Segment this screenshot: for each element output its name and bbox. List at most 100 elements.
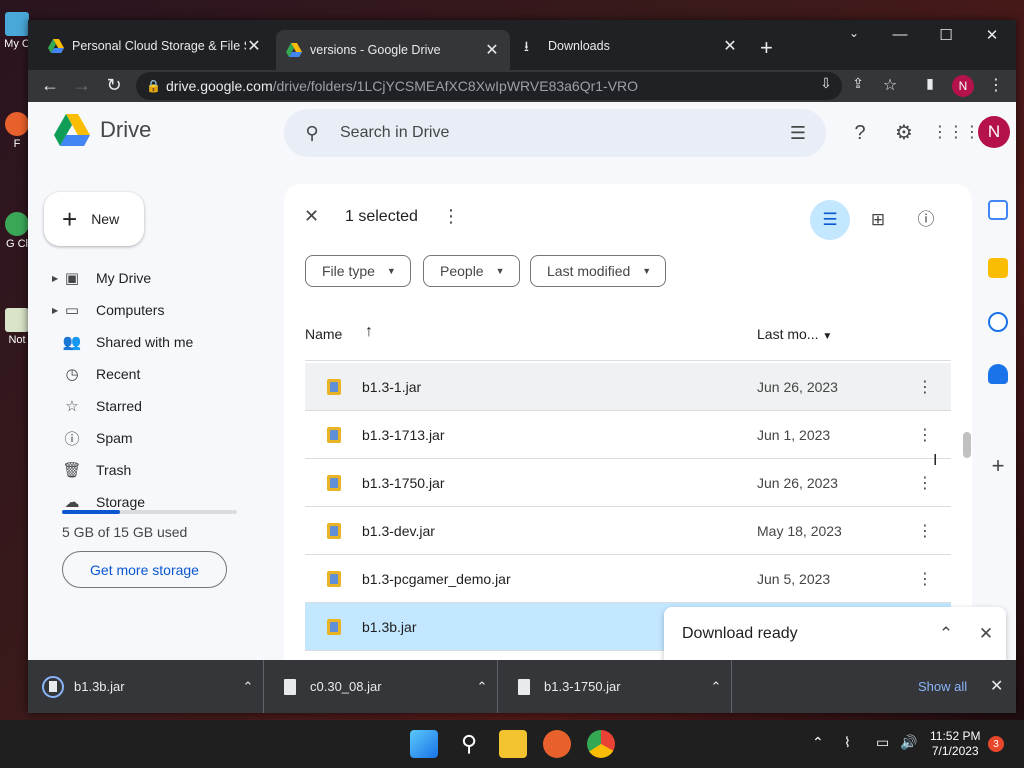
reload-button[interactable]: ↻ bbox=[102, 75, 126, 96]
sidebar-item-my-drive[interactable]: ▶ ▣ My Drive bbox=[44, 262, 274, 294]
forward-button[interactable]: → bbox=[70, 75, 94, 96]
share-icon[interactable]: ⇪ bbox=[846, 75, 870, 92]
vertical-scrollbar-thumb[interactable] bbox=[963, 432, 971, 458]
download-item[interactable]: c0.30_08.jar ⌃ bbox=[264, 660, 498, 713]
keep-icon[interactable] bbox=[988, 258, 1008, 278]
selection-count: 1 selected bbox=[345, 208, 418, 225]
tasks-icon[interactable] bbox=[988, 312, 1008, 332]
tab-versions-google-drive[interactable]: versions - Google Drive ✕ bbox=[276, 30, 510, 70]
add-on-plus-icon[interactable]: + bbox=[988, 455, 1008, 477]
firefox-icon[interactable] bbox=[543, 730, 571, 758]
row-more-actions-icon[interactable]: ⋮ bbox=[917, 521, 933, 541]
url-host: drive.google.com bbox=[166, 78, 273, 94]
search-bar[interactable]: ⚲ Search in Drive ☰ bbox=[284, 109, 826, 157]
tab-close-icon[interactable]: ✕ bbox=[722, 36, 738, 56]
column-header-last-modified[interactable]: Last mo... ▼ bbox=[757, 326, 832, 342]
file-row[interactable]: b1.3-1.jar Jun 26, 2023 ⋮ bbox=[305, 363, 951, 411]
sidebar-item-trash[interactable]: 🗑 Trash bbox=[44, 454, 274, 486]
download-item[interactable]: b1.3-1750.jar ⌃ bbox=[498, 660, 732, 713]
file-explorer-icon[interactable] bbox=[499, 730, 527, 758]
volume-icon[interactable]: 🔊 bbox=[900, 734, 917, 751]
drive-logo[interactable]: Drive bbox=[54, 114, 151, 146]
sidebar-item-recent[interactable]: ◷ Recent bbox=[44, 358, 274, 390]
notification-badge[interactable]: 3 bbox=[988, 736, 1004, 752]
tab-close-icon[interactable]: ✕ bbox=[484, 40, 500, 60]
chevron-up-icon[interactable]: ⌃ bbox=[926, 624, 966, 644]
file-row[interactable]: b1.3-pcgamer_demo.jar Jun 5, 2023 ⋮ bbox=[305, 555, 951, 603]
row-more-actions-icon[interactable]: ⋮ bbox=[917, 569, 933, 589]
search-options-icon[interactable]: ☰ bbox=[770, 123, 826, 144]
browser-menu-icon[interactable]: ⋮ bbox=[984, 75, 1008, 95]
contacts-icon[interactable] bbox=[988, 364, 1008, 384]
network-icon[interactable]: ⌇ bbox=[844, 734, 851, 751]
install-app-icon[interactable]: ⇩ bbox=[814, 75, 838, 92]
filter-people[interactable]: People ▼ bbox=[423, 255, 520, 287]
profile-avatar[interactable]: N bbox=[952, 75, 974, 97]
settings-gear-icon[interactable]: ⚙ bbox=[890, 119, 918, 147]
search-icon[interactable]: ⚲ bbox=[455, 730, 483, 758]
show-all-downloads-link[interactable]: Show all bbox=[918, 679, 967, 694]
sidebar-item-spam[interactable]: ⓘ Spam bbox=[44, 422, 274, 454]
side-panel-icon[interactable]: ▮ bbox=[918, 75, 942, 92]
chevron-up-icon[interactable]: ⌃ bbox=[233, 679, 263, 695]
chevron-up-icon[interactable]: ⌃ bbox=[701, 679, 731, 695]
close-window-button[interactable]: ✕ bbox=[972, 26, 1012, 44]
desktop-icon-notepad[interactable]: Not bbox=[4, 308, 30, 346]
bookmark-star-icon[interactable]: ☆ bbox=[878, 75, 902, 95]
download-item[interactable]: b1.3b.jar ⌃ bbox=[28, 660, 264, 713]
expand-caret-icon[interactable]: ▶ bbox=[52, 306, 58, 315]
row-more-actions-icon[interactable]: ⋮ bbox=[917, 425, 933, 445]
close-shelf-icon[interactable]: ✕ bbox=[990, 676, 1003, 696]
clear-selection-close-icon[interactable]: ✕ bbox=[304, 206, 319, 227]
chevron-up-icon[interactable]: ⌃ bbox=[467, 679, 497, 695]
desktop-icon-firefox[interactable]: F bbox=[4, 112, 30, 150]
storage-usage-fill bbox=[62, 510, 120, 514]
tab-search-icon[interactable]: ⌄ bbox=[834, 26, 874, 40]
system-clock[interactable]: 11:52 PM 7/1/2023 bbox=[930, 729, 980, 759]
maximize-button[interactable]: ☐ bbox=[926, 26, 966, 44]
windows-start-icon[interactable] bbox=[410, 730, 438, 758]
sidebar-item-computers[interactable]: ▶ ▭ Computers bbox=[44, 294, 274, 326]
minimize-button[interactable]: — bbox=[880, 26, 920, 43]
file-row[interactable]: b1.3-1713.jar Jun 1, 2023 ⋮ bbox=[305, 411, 951, 459]
tab-downloads[interactable]: ⭳ Downloads ✕ bbox=[514, 30, 748, 62]
tab-personal-cloud-storage[interactable]: Personal Cloud Storage & File Sh ✕ bbox=[38, 30, 272, 62]
chrome-icon[interactable] bbox=[587, 730, 615, 758]
sidebar-item-starred[interactable]: ☆ Starred bbox=[44, 390, 274, 422]
desktop-icon-my-computer[interactable]: My C bbox=[4, 12, 30, 50]
help-icon[interactable]: ? bbox=[846, 119, 874, 147]
tab-strip: Personal Cloud Storage & File Sh ✕ versi… bbox=[28, 20, 1016, 70]
row-more-actions-icon[interactable]: ⋮ bbox=[917, 377, 933, 397]
tab-close-icon[interactable]: ✕ bbox=[246, 36, 262, 56]
file-name: b1.3-1.jar bbox=[362, 379, 422, 395]
file-row[interactable]: b1.3-1750.jar Jun 26, 2023 ⋮ bbox=[305, 459, 951, 507]
row-more-actions-icon[interactable]: ⋮ bbox=[917, 473, 933, 493]
expand-caret-icon[interactable]: ▶ bbox=[52, 274, 58, 283]
desktop-icon-chrome[interactable]: G Cl bbox=[4, 212, 30, 250]
search-icon[interactable]: ⚲ bbox=[284, 123, 340, 144]
desktop-icon-label: G Cl bbox=[6, 238, 28, 250]
tray-chevron-up-icon[interactable]: ⌃ bbox=[812, 734, 824, 751]
new-button[interactable]: + New bbox=[44, 192, 144, 246]
get-more-storage-button[interactable]: Get more storage bbox=[62, 551, 227, 588]
back-button[interactable]: ← bbox=[38, 75, 62, 96]
calendar-icon[interactable] bbox=[988, 200, 1008, 220]
new-tab-button[interactable]: + bbox=[760, 35, 773, 61]
search-input[interactable]: Search in Drive bbox=[340, 124, 770, 142]
more-actions-icon[interactable]: ⋮ bbox=[442, 206, 460, 227]
account-avatar[interactable]: N bbox=[978, 116, 1010, 148]
sidebar-item-shared-with-me[interactable]: 👥 Shared with me bbox=[44, 326, 274, 358]
list-view-icon[interactable]: ☰ bbox=[810, 200, 850, 240]
filter-last-modified[interactable]: Last modified ▼ bbox=[530, 255, 667, 287]
file-row[interactable]: b1.3-dev.jar May 18, 2023 ⋮ bbox=[305, 507, 951, 555]
apps-grid-icon[interactable]: ⋮⋮⋮ bbox=[932, 119, 980, 147]
close-icon[interactable]: ✕ bbox=[966, 624, 1006, 644]
column-header-name[interactable]: Name bbox=[305, 326, 342, 342]
sort-ascending-arrow-icon[interactable]: ↑ bbox=[365, 323, 373, 341]
filter-file-type[interactable]: File type ▼ bbox=[305, 255, 411, 287]
trash-icon: 🗑 bbox=[62, 462, 82, 479]
display-icon[interactable]: ▭ bbox=[876, 734, 889, 751]
grid-view-icon[interactable]: ⊞ bbox=[858, 200, 898, 240]
details-info-icon[interactable]: ⓘ bbox=[906, 200, 946, 240]
address-bar[interactable]: 🔒 drive.google.com/drive/folders/1LCjYCS… bbox=[136, 72, 842, 100]
